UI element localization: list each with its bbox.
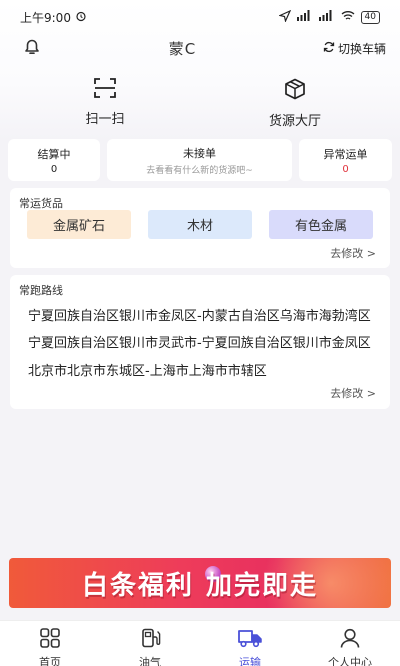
banner-left-text: 白条福利 (81, 570, 194, 601)
tab-home-label: 首页 (39, 656, 61, 666)
order-stats: 结算中 0 未接单 去看看有什么新的货源吧~ 异常运单 0 (8, 139, 392, 181)
route-item[interactable]: 北京市北京市东城区-上海市上海市市辖区 (28, 360, 384, 379)
truck-icon (237, 628, 263, 652)
user-icon (339, 628, 361, 652)
quick-actions: 扫一扫 货源大厅 (0, 78, 400, 129)
tab-profile[interactable]: 个人中心 (300, 621, 400, 666)
stat-pending-title: 未接单 (183, 146, 216, 160)
stat-settling-title: 结算中 (37, 147, 71, 161)
cargo-hall-label: 货源大厅 (268, 114, 321, 129)
stat-abnormal-title: 异常运单 (323, 147, 368, 161)
banner-text: 白条福利 加完即走 (9, 558, 391, 608)
stat-settling[interactable]: 结算中 0 (8, 139, 100, 181)
fuel-icon (139, 628, 161, 652)
scan-icon (94, 78, 116, 102)
promo-banner[interactable]: 白条福利 加完即走 (9, 558, 391, 608)
modify-routes-link[interactable]: 去修改 > (330, 385, 376, 401)
signal-icon (318, 10, 335, 24)
scan-label: 扫一扫 (85, 112, 125, 127)
goods-chip[interactable]: 木材 (148, 210, 252, 239)
refresh-icon (323, 41, 335, 56)
wifi-icon (341, 10, 355, 24)
switch-vehicle-label: 切换车辆 (337, 41, 386, 56)
modify-goods-link[interactable]: 去修改 > (330, 245, 376, 261)
battery-icon: 40 (360, 10, 380, 24)
common-goods-title: 常运货品 (19, 197, 63, 210)
tab-home[interactable]: 首页 (0, 621, 100, 666)
tab-fuel[interactable]: 油气 (100, 621, 200, 666)
route-item[interactable]: 宁夏回族自治区银川市灵武市-宁夏回族自治区银川市金凤区 (28, 332, 384, 351)
location-icon (277, 9, 291, 25)
signal-icon (296, 10, 313, 24)
home-grid-icon (39, 628, 61, 652)
common-routes-title: 常跑路线 (19, 284, 63, 297)
route-item[interactable]: 宁夏回族自治区银川市金凤区-内蒙古自治区乌海市海勃湾区 (28, 305, 384, 324)
box-icon (284, 78, 306, 104)
goods-chip[interactable]: 金属矿石 (27, 210, 131, 239)
banner-right-text: 加完即走 (206, 570, 319, 601)
tab-fuel-label: 油气 (139, 656, 161, 666)
stat-abnormal-value: 0 (342, 163, 349, 175)
tab-profile-label: 个人中心 (328, 656, 372, 666)
cargo-hall-button[interactable]: 货源大厅 (225, 78, 365, 129)
goods-chips: 金属矿石 木材 有色金属 (27, 210, 373, 239)
switch-vehicle-button[interactable]: 切换车辆 (323, 40, 386, 57)
bell-icon[interactable] (22, 36, 42, 60)
status-bar: 上午9:00 40 (0, 0, 400, 34)
tab-transport[interactable]: 运输 (200, 621, 300, 666)
stat-pending[interactable]: 未接单 去看看有什么新的货源吧~ (107, 139, 292, 181)
scan-button[interactable]: 扫一扫 (35, 78, 175, 127)
header: 蒙C 切换车辆 (0, 34, 400, 62)
common-goods-card: 常运货品 金属矿石 木材 有色金属 去修改 > (10, 188, 390, 268)
stat-abnormal[interactable]: 异常运单 0 (299, 139, 392, 181)
alarm-icon (75, 10, 87, 25)
goods-chip[interactable]: 有色金属 (269, 210, 373, 239)
common-routes-card: 常跑路线 宁夏回族自治区银川市金凤区-内蒙古自治区乌海市海勃湾区 宁夏回族自治区… (10, 275, 390, 409)
tab-transport-label: 运输 (239, 656, 261, 666)
status-time: 上午9:00 (20, 10, 71, 25)
vehicle-plate: 蒙C (168, 39, 197, 58)
bottom-tab-bar: 首页 油气 运输 个人中心 (0, 620, 400, 666)
stat-settling-value: 0 (50, 163, 58, 175)
stat-pending-subtitle: 去看看有什么新的货源吧~ (146, 165, 253, 176)
